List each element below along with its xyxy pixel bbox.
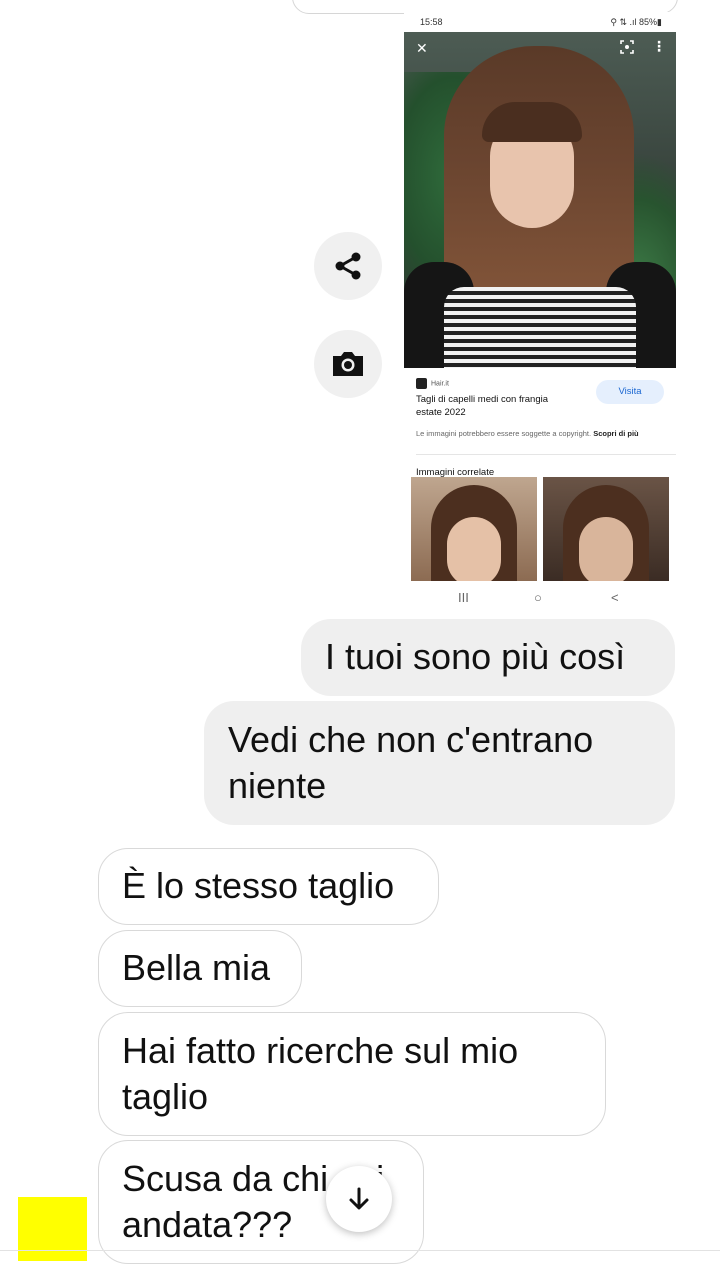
sent-message[interactable]: I tuoi sono più così [301,619,675,696]
photo-bangs [482,102,582,142]
back-icon: < [611,590,619,605]
recents-icon: III [458,590,469,605]
received-message[interactable]: Bella mia [98,930,302,1007]
received-message[interactable]: Hai fatto ricerche sul mio taglio [98,1012,606,1136]
result-title: Tagli di capelli medi con frangia estate… [416,394,549,418]
home-icon: ○ [534,590,542,605]
related-image-thumb [411,477,537,581]
more-vert-icon: ⋮ [652,38,666,54]
divider [0,1250,720,1251]
screenshot-time: 15:58 [420,17,443,27]
camera-button[interactable] [314,330,382,398]
screenshot-status-icons: ⚲ ⇅ .ıl 85%▮ [610,17,662,27]
screenshot-photo: ✕ ⋮ [404,32,676,368]
arrow-down-icon [349,1187,369,1210]
learn-more-link: Scopri di più [593,429,639,438]
screenshot-nav-bar: III ○ < [404,587,676,612]
yellow-redaction-square [18,1197,87,1261]
sent-message[interactable]: Vedi che non c'entrano niente [204,701,675,825]
related-image-thumb [543,477,669,581]
received-message[interactable]: È lo stesso taglio [98,848,439,925]
lens-icon [620,40,634,57]
source-logo-icon [416,378,427,389]
camera-icon [333,352,363,376]
share-button[interactable] [314,232,382,300]
shared-screenshot[interactable]: 15:58 ⚲ ⇅ .ıl 85%▮ ✕ ⋮ Hair.it Tagli di … [404,12,676,612]
share-icon [335,252,361,280]
copyright-notice: Le immagini potrebbero essere soggette a… [416,429,639,438]
visit-button: Visita [596,380,664,404]
divider [416,454,676,455]
result-source: Hair.it [416,378,449,390]
screenshot-status-bar: 15:58 ⚲ ⇅ .ıl 85%▮ [404,12,676,32]
scroll-to-bottom-button[interactable] [326,1166,392,1232]
close-icon: ✕ [416,40,428,56]
